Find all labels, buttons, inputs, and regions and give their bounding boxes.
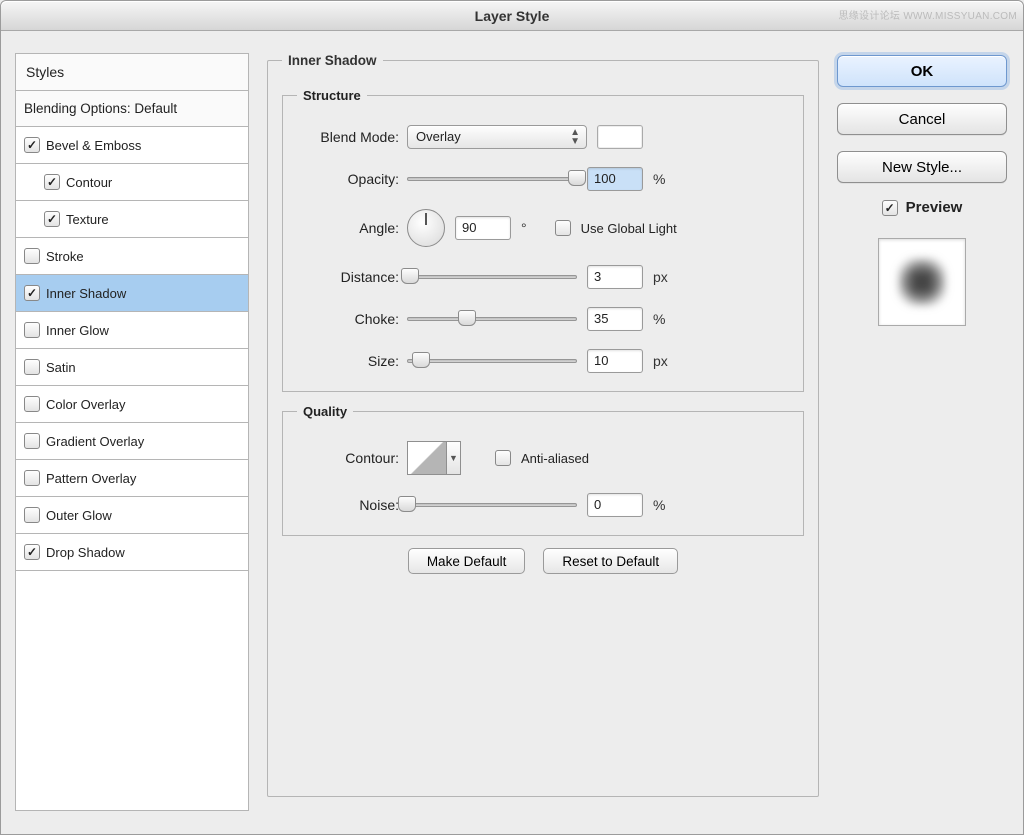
style-item-label: Texture: [66, 212, 109, 227]
style-checkbox[interactable]: [24, 285, 40, 301]
use-global-light-checkbox[interactable]: [555, 220, 571, 236]
style-item-label: Stroke: [46, 249, 84, 264]
blend-mode-value: Overlay: [416, 129, 461, 144]
make-default-button[interactable]: Make Default: [408, 548, 526, 574]
distance-label: Distance:: [297, 269, 407, 285]
style-checkbox[interactable]: [24, 470, 40, 486]
quality-legend: Quality: [297, 404, 353, 419]
style-item-label: Color Overlay: [46, 397, 125, 412]
choke-slider[interactable]: [407, 310, 577, 328]
style-checkbox[interactable]: [44, 211, 60, 227]
style-item-outer-glow[interactable]: Outer Glow: [16, 497, 248, 534]
style-item-pattern-overlay[interactable]: Pattern Overlay: [16, 460, 248, 497]
styles-header[interactable]: Styles: [16, 54, 248, 91]
noise-unit: %: [653, 497, 665, 513]
style-item-label: Outer Glow: [46, 508, 112, 523]
size-unit: px: [653, 353, 668, 369]
blending-options-row[interactable]: Blending Options: Default: [16, 91, 248, 127]
structure-legend: Structure: [297, 88, 367, 103]
effect-settings-panel: Inner Shadow Structure Blend Mode: Overl…: [267, 53, 819, 811]
style-item-color-overlay[interactable]: Color Overlay: [16, 386, 248, 423]
style-checkbox[interactable]: [24, 248, 40, 264]
style-item-contour[interactable]: Contour: [16, 164, 248, 201]
preview-label: Preview: [906, 199, 963, 216]
style-checkbox[interactable]: [24, 544, 40, 560]
style-item-label: Drop Shadow: [46, 545, 125, 560]
opacity-slider[interactable]: [407, 170, 577, 188]
anti-aliased-checkbox[interactable]: [495, 450, 511, 466]
style-item-inner-glow[interactable]: Inner Glow: [16, 312, 248, 349]
ok-button[interactable]: OK: [837, 55, 1007, 87]
cancel-button[interactable]: Cancel: [837, 103, 1007, 135]
style-item-gradient-overlay[interactable]: Gradient Overlay: [16, 423, 248, 460]
dialog-buttons-column: OK Cancel New Style... Preview: [837, 53, 1007, 811]
style-checkbox[interactable]: [24, 433, 40, 449]
noise-label: Noise:: [297, 497, 407, 513]
style-item-label: Pattern Overlay: [46, 471, 136, 486]
style-checkbox[interactable]: [44, 174, 60, 190]
blend-mode-select[interactable]: Overlay ▲▼: [407, 125, 587, 149]
size-input[interactable]: 10: [587, 349, 643, 373]
opacity-unit: %: [653, 171, 665, 187]
style-item-label: Gradient Overlay: [46, 434, 144, 449]
choke-label: Choke:: [297, 311, 407, 327]
distance-unit: px: [653, 269, 668, 285]
contour-dropdown-button[interactable]: ▼: [447, 441, 461, 475]
angle-degree: °: [521, 220, 527, 236]
layer-style-window: Layer Style 思缘设计论坛 WWW.MISSYUAN.COM Styl…: [0, 0, 1024, 835]
style-item-texture[interactable]: Texture: [16, 201, 248, 238]
style-item-label: Inner Shadow: [46, 286, 126, 301]
anti-aliased-label: Anti-aliased: [521, 451, 589, 466]
size-slider[interactable]: [407, 352, 577, 370]
style-checkbox[interactable]: [24, 507, 40, 523]
preview-checkbox[interactable]: [882, 200, 898, 216]
angle-input[interactable]: 90: [455, 216, 511, 240]
noise-slider[interactable]: [407, 496, 577, 514]
opacity-input[interactable]: 100: [587, 167, 643, 191]
angle-dial[interactable]: [407, 209, 445, 247]
style-checkbox[interactable]: [24, 359, 40, 375]
new-style-button[interactable]: New Style...: [837, 151, 1007, 183]
style-item-stroke[interactable]: Stroke: [16, 238, 248, 275]
style-item-label: Contour: [66, 175, 112, 190]
structure-group: Structure Blend Mode: Overlay ▲▼ Opaci: [282, 88, 804, 392]
style-item-bevel-emboss[interactable]: Bevel & Emboss: [16, 127, 248, 164]
contour-picker[interactable]: [407, 441, 447, 475]
distance-input[interactable]: 3: [587, 265, 643, 289]
choke-unit: %: [653, 311, 665, 327]
opacity-label: Opacity:: [297, 171, 407, 187]
use-global-light-label: Use Global Light: [581, 221, 677, 236]
styles-panel: Styles Blending Options: Default Bevel &…: [15, 53, 249, 811]
chevron-updown-icon: ▲▼: [570, 128, 580, 146]
distance-slider[interactable]: [407, 268, 577, 286]
style-item-label: Bevel & Emboss: [46, 138, 141, 153]
watermark-text: 思缘设计论坛 WWW.MISSYUAN.COM: [838, 7, 1017, 22]
angle-label: Angle:: [297, 220, 407, 236]
size-label: Size:: [297, 353, 407, 369]
noise-input[interactable]: 0: [587, 493, 643, 517]
style-item-label: Satin: [46, 360, 76, 375]
contour-label: Contour:: [297, 450, 407, 466]
quality-group: Quality Contour: ▼ Anti-aliased: [282, 404, 804, 536]
style-item-satin[interactable]: Satin: [16, 349, 248, 386]
style-item-inner-shadow[interactable]: Inner Shadow: [16, 275, 248, 312]
style-item-label: Inner Glow: [46, 323, 109, 338]
style-checkbox[interactable]: [24, 322, 40, 338]
reset-to-default-button[interactable]: Reset to Default: [543, 548, 678, 574]
style-item-drop-shadow[interactable]: Drop Shadow: [16, 534, 248, 571]
style-checkbox[interactable]: [24, 396, 40, 412]
panel-title: Inner Shadow: [282, 53, 383, 68]
shadow-color-swatch[interactable]: [597, 125, 643, 149]
blend-mode-label: Blend Mode:: [297, 129, 407, 145]
choke-input[interactable]: 35: [587, 307, 643, 331]
preview-thumbnail: [878, 238, 966, 326]
style-checkbox[interactable]: [24, 137, 40, 153]
